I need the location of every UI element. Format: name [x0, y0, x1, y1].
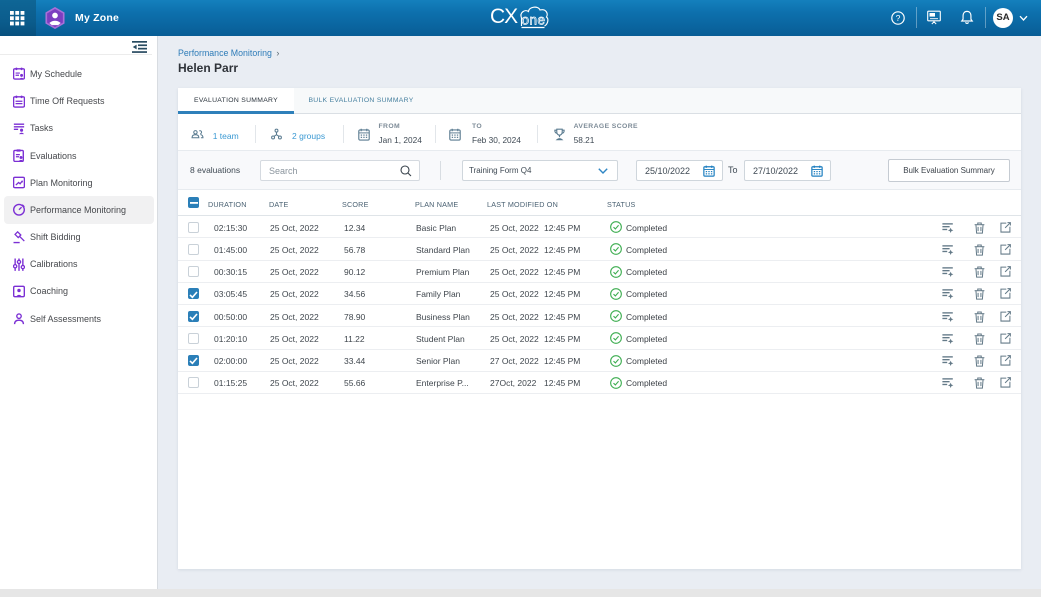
svg-text:one: one: [522, 13, 546, 28]
svg-text:?: ?: [896, 13, 901, 23]
